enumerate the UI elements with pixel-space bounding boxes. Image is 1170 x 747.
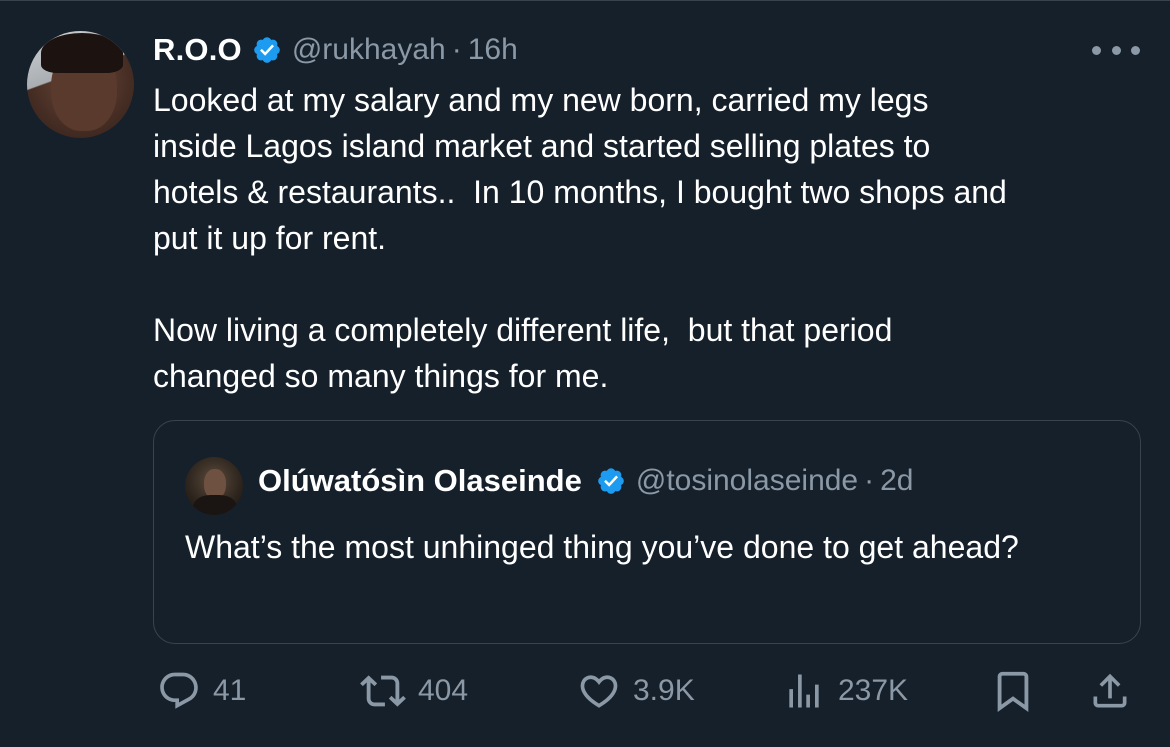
author-avatar[interactable] — [27, 31, 134, 138]
more-icon[interactable] — [1092, 38, 1140, 62]
repost-count: 404 — [418, 674, 469, 707]
verified-badge-icon — [252, 35, 282, 65]
views-icon — [782, 669, 826, 713]
quoted-tweet[interactable]: Olúwatósìn Olaseinde @tosinolaseinde · 2… — [153, 420, 1141, 644]
quoted-author-avatar — [185, 457, 243, 515]
like-button[interactable]: 3.9K — [577, 655, 695, 727]
author-name[interactable]: R.O.O — [153, 32, 242, 68]
action-bar: 41 404 3.9K 237K — [0, 655, 1170, 727]
bookmark-button[interactable] — [990, 655, 1036, 727]
tweet-header: R.O.O @rukhayah · 16h — [153, 28, 518, 72]
like-icon — [577, 669, 621, 713]
verified-badge-icon — [596, 466, 626, 496]
tweet-timestamp[interactable]: 16h — [468, 33, 518, 67]
repost-button[interactable]: 404 — [360, 655, 468, 727]
quoted-author-name: Olúwatósìn Olaseinde — [258, 463, 582, 498]
repost-icon — [360, 668, 406, 714]
separator-dot: · — [864, 464, 875, 497]
bookmark-icon — [990, 668, 1036, 714]
quoted-author-handle: @tosinolaseinde — [635, 464, 859, 497]
share-button[interactable] — [1088, 655, 1132, 727]
tweet-text: Looked at my salary and my new born, car… — [153, 82, 1007, 394]
separator-dot: · — [451, 33, 462, 66]
quoted-timestamp: 2d — [880, 464, 914, 497]
quoted-tweet-text: What’s the most unhinged thing you’ve do… — [185, 529, 1019, 565]
reply-count: 41 — [213, 674, 247, 707]
reply-icon — [157, 669, 201, 713]
reply-button[interactable]: 41 — [157, 655, 246, 727]
views-button[interactable]: 237K — [782, 655, 908, 727]
share-icon — [1088, 669, 1132, 713]
views-count: 237K — [838, 674, 909, 707]
top-divider — [0, 0, 1170, 1]
author-handle[interactable]: @rukhayah — [292, 33, 446, 67]
quoted-tweet-header: Olúwatósìn Olaseinde @tosinolaseinde · 2… — [258, 459, 914, 503]
like-count: 3.9K — [633, 674, 695, 707]
